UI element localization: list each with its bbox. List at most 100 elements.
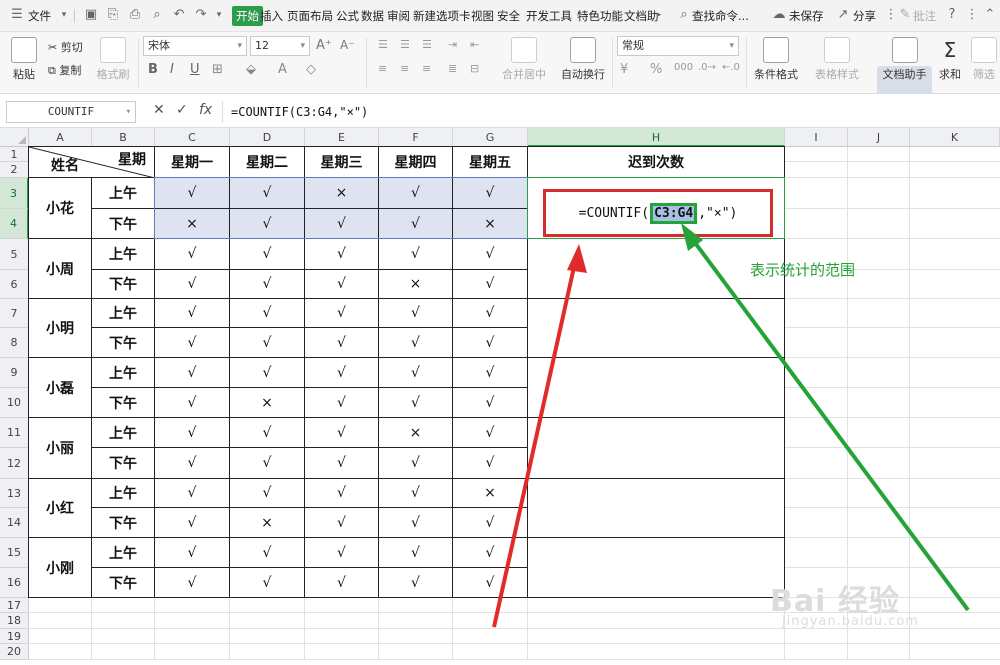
- attendance-cell[interactable]: √: [305, 270, 379, 299]
- column-header-e[interactable]: E: [305, 128, 379, 147]
- tab-new-tab[interactable]: 新建选项卡: [413, 8, 471, 24]
- row-header-5[interactable]: 5: [0, 239, 29, 270]
- row-header-19[interactable]: 19: [0, 629, 29, 644]
- person-name[interactable]: 小明: [29, 299, 92, 358]
- attendance-cell[interactable]: √: [379, 508, 453, 538]
- row-header-10[interactable]: 10: [0, 388, 29, 418]
- late-count-cell[interactable]: [528, 418, 785, 479]
- font-color-icon[interactable]: A: [278, 62, 287, 77]
- tab-formulas[interactable]: 公式: [336, 8, 359, 24]
- row-header-12[interactable]: 12: [0, 448, 29, 479]
- attendance-cell[interactable]: √: [305, 299, 379, 328]
- currency-icon[interactable]: ¥: [620, 62, 628, 77]
- chevron-down-icon[interactable]: ▾: [212, 8, 226, 22]
- attendance-cell[interactable]: √: [230, 328, 305, 358]
- attendance-cell[interactable]: √: [305, 508, 379, 538]
- attendance-cell[interactable]: √: [379, 479, 453, 508]
- day-header-4[interactable]: 星期四: [379, 147, 453, 178]
- tab-insert[interactable]: 插入: [260, 8, 283, 24]
- tab-features[interactable]: 特色功能: [577, 8, 623, 24]
- thousands-icon[interactable]: 000: [674, 62, 693, 73]
- tab-home[interactable]: 开始: [232, 6, 263, 26]
- underline-button[interactable]: U: [190, 62, 200, 77]
- attendance-cell[interactable]: √: [453, 358, 528, 388]
- attendance-cell[interactable]: √: [305, 388, 379, 418]
- attendance-cell[interactable]: ×: [453, 479, 528, 508]
- row-header-11[interactable]: 11: [0, 418, 29, 448]
- person-name[interactable]: 小花: [29, 178, 92, 239]
- row-header-3[interactable]: 3: [0, 178, 29, 209]
- unsaved-status[interactable]: 未保存: [789, 8, 824, 24]
- tab-review[interactable]: 审阅: [387, 8, 410, 24]
- comment-button[interactable]: 批注: [913, 8, 936, 24]
- attendance-cell[interactable]: √: [155, 388, 230, 418]
- person-name[interactable]: 小磊: [29, 358, 92, 418]
- row-header-14[interactable]: 14: [0, 508, 29, 538]
- column-header-d[interactable]: D: [230, 128, 305, 147]
- decrease-decimal-icon[interactable]: ←.0: [722, 62, 740, 73]
- row-header-15[interactable]: 15: [0, 538, 29, 568]
- tab-view[interactable]: 视图: [471, 8, 494, 24]
- attendance-cell[interactable]: √: [155, 328, 230, 358]
- row-header-20[interactable]: 20: [0, 644, 29, 660]
- fx-button[interactable]: fx: [199, 102, 212, 118]
- attendance-cell[interactable]: √: [305, 239, 379, 270]
- am-label[interactable]: 上午: [92, 479, 155, 508]
- am-label[interactable]: 上午: [92, 358, 155, 388]
- cancel-formula-button[interactable]: ✕: [153, 102, 165, 118]
- attendance-cell[interactable]: √: [379, 178, 453, 209]
- attendance-cell[interactable]: √: [230, 479, 305, 508]
- person-name[interactable]: 小丽: [29, 418, 92, 479]
- attendance-cell[interactable]: ×: [230, 508, 305, 538]
- attendance-cell[interactable]: √: [305, 209, 379, 239]
- menu-icon[interactable]: ☰: [10, 8, 24, 22]
- attendance-cell[interactable]: √: [379, 209, 453, 239]
- attendance-cell[interactable]: √: [453, 448, 528, 479]
- attendance-cell[interactable]: √: [379, 358, 453, 388]
- row-header-16[interactable]: 16: [0, 568, 29, 598]
- day-header-5[interactable]: 星期五: [453, 147, 528, 178]
- conditional-format-button[interactable]: 条件格式: [750, 37, 802, 82]
- day-header-3[interactable]: 星期三: [305, 147, 379, 178]
- select-all-corner[interactable]: [0, 128, 29, 147]
- merge-center-button[interactable]: 合并居中: [495, 37, 553, 82]
- row-header-4[interactable]: 4: [0, 209, 29, 239]
- column-header-c[interactable]: C: [155, 128, 230, 147]
- attendance-cell[interactable]: √: [305, 358, 379, 388]
- share-button[interactable]: 分享: [853, 8, 876, 24]
- align-left-icon[interactable]: ≡: [378, 62, 387, 75]
- number-format-select[interactable]: 常规: [617, 36, 739, 56]
- attendance-cell[interactable]: √: [155, 178, 230, 209]
- attendance-cell[interactable]: √: [155, 479, 230, 508]
- attendance-cell[interactable]: ×: [379, 270, 453, 299]
- late-count-cell[interactable]: [528, 299, 785, 358]
- more-icon[interactable]: ⋮: [965, 8, 979, 22]
- align-top-icon[interactable]: ☰: [378, 38, 388, 51]
- attendance-cell[interactable]: √: [305, 328, 379, 358]
- pm-label[interactable]: 下午: [92, 270, 155, 299]
- attendance-cell[interactable]: √: [453, 388, 528, 418]
- am-label[interactable]: 上午: [92, 178, 155, 209]
- sum-button[interactable]: Σ 求和: [935, 37, 965, 82]
- diagonal-header-cell[interactable]: 星期 姓名: [29, 147, 155, 178]
- chevron-down-icon[interactable]: ▾: [57, 8, 71, 22]
- attendance-cell[interactable]: √: [155, 270, 230, 299]
- align-middle-icon[interactable]: ☰: [400, 38, 410, 51]
- column-header-h[interactable]: H: [528, 128, 785, 147]
- font-size-select[interactable]: 12: [250, 36, 310, 56]
- indent-icon[interactable]: ⇥: [448, 38, 457, 51]
- row-header-8[interactable]: 8: [0, 328, 29, 358]
- row-header-18[interactable]: 18: [0, 613, 29, 629]
- attendance-cell[interactable]: √: [305, 448, 379, 479]
- attendance-cell[interactable]: ×: [453, 209, 528, 239]
- attendance-cell[interactable]: √: [379, 568, 453, 598]
- filter-button[interactable]: 筛选: [970, 37, 998, 82]
- attendance-cell[interactable]: √: [305, 568, 379, 598]
- tab-data[interactable]: 数据: [361, 8, 384, 24]
- align-right-icon[interactable]: ≡: [422, 62, 431, 75]
- column-header-b[interactable]: B: [92, 128, 155, 147]
- row-header-2[interactable]: 2: [0, 162, 29, 178]
- redo-icon[interactable]: ↷: [194, 8, 208, 22]
- attendance-cell[interactable]: √: [155, 568, 230, 598]
- doc-assistant-button[interactable]: 文档助手: [879, 37, 930, 82]
